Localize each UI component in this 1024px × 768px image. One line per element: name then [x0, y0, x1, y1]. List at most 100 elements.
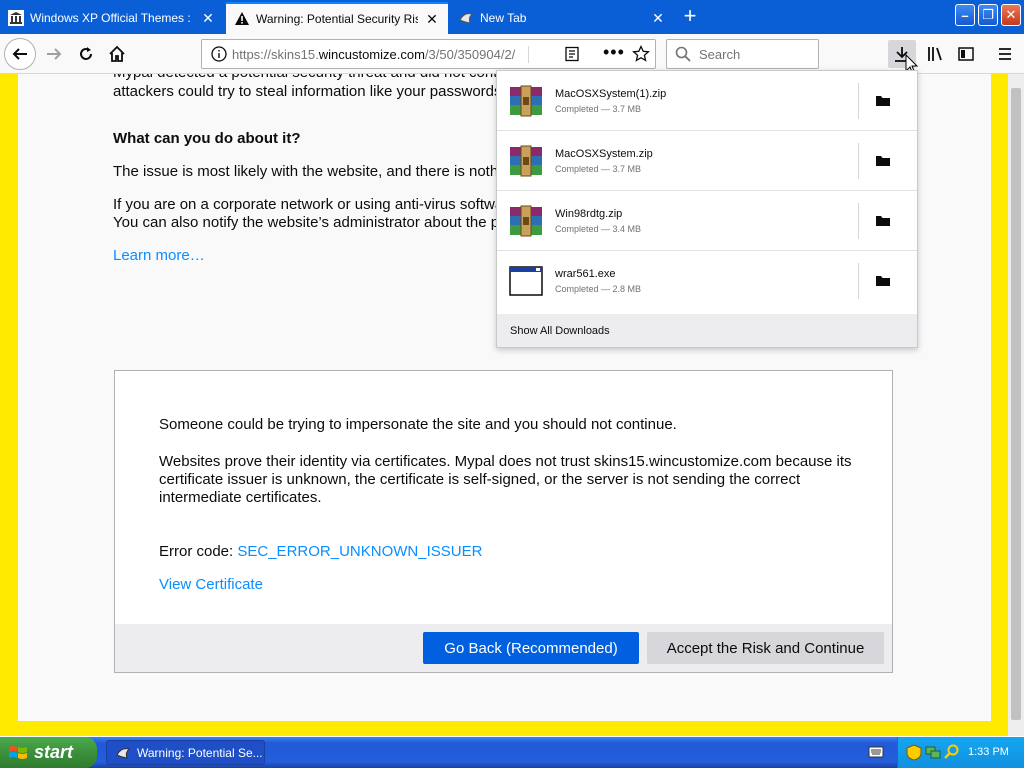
keyboard-language-icon[interactable] [868, 745, 884, 759]
download-status: Completed — 2.8 MB [555, 284, 642, 294]
maximize-window-button[interactable]: ❐ [978, 4, 998, 26]
winrar-archive-icon [510, 205, 542, 237]
close-icon[interactable]: ✕ [200, 10, 216, 26]
corporate-paragraph-1: If you are on a corporate network or usi… [113, 196, 498, 213]
search-placeholder: Search [699, 46, 741, 62]
mypal-app-icon [116, 747, 130, 759]
navigation-toolbar: https://skins15.wincustomize.com/3/50/35… [0, 34, 1024, 75]
download-item[interactable]: Win98rdtg.zip Completed — 3.4 MB [497, 191, 917, 251]
hamburger-menu-icon [999, 48, 1011, 60]
download-filename: MacOSXSystem.zip [555, 148, 653, 160]
scrollbar-thumb[interactable] [1011, 88, 1021, 720]
download-filename: MacOSXSystem(1).zip [555, 88, 667, 100]
vertical-scrollbar[interactable] [1008, 74, 1024, 736]
clock[interactable]: 1:33 PM [968, 746, 1009, 758]
download-divider [858, 83, 859, 119]
page-actions-icon[interactable]: ••• [603, 42, 625, 63]
restore-icon: ❐ [982, 7, 994, 22]
taskbar-item-title: Warning: Potential Se... [137, 745, 263, 760]
download-divider [858, 263, 859, 299]
what-can-you-do-heading: What can you do about it? [113, 130, 301, 147]
security-shield-icon[interactable] [906, 744, 922, 761]
learn-more-link[interactable]: Learn more… [113, 247, 205, 265]
issue-paragraph: The issue is most likely with the websit… [113, 163, 498, 180]
error-code-link[interactable]: SEC_ERROR_UNKNOWN_ISSUER [237, 543, 482, 560]
error-code-row: Error code: SEC_ERROR_UNKNOWN_ISSUER [159, 543, 482, 561]
tab-security-warning[interactable]: Warning: Potential Security Risk A ✕ [226, 2, 448, 34]
system-tray: 1:33 PM [897, 737, 1024, 768]
start-label: start [34, 742, 74, 762]
warning-text-partial-1: Mypal detected a potential security thre… [113, 74, 498, 82]
info-icon[interactable] [211, 46, 227, 65]
close-icon[interactable]: ✕ [650, 10, 666, 26]
tab-strip: Windows XP Official Themes : Micr ✕ Warn… [0, 0, 1024, 34]
library-icon [928, 47, 942, 61]
download-status: Completed — 3.4 MB [555, 224, 642, 234]
advanced-details-panel: Someone could be trying to impersonate t… [114, 370, 893, 673]
bookmark-star-icon[interactable] [632, 44, 650, 66]
open-folder-icon[interactable] [875, 93, 891, 107]
warning-icon [234, 11, 250, 27]
error-code-label: Error code: [159, 543, 234, 560]
view-certificate-link[interactable]: View Certificate [159, 576, 263, 594]
search-icon [675, 46, 691, 62]
windows-logo-icon [9, 745, 27, 759]
arrow-left-icon [12, 48, 27, 60]
reload-icon [80, 47, 92, 60]
arrow-right-icon [47, 48, 62, 60]
minimize-icon: – [961, 7, 969, 23]
url-path: /3/50/350904/2/ [424, 46, 516, 62]
download-item[interactable]: wrar561.exe Completed — 2.8 MB [497, 251, 917, 311]
sidebar-icon [958, 47, 974, 61]
download-status: Completed — 3.7 MB [555, 104, 642, 114]
download-item[interactable]: MacOSXSystem.zip Completed — 3.7 MB [497, 131, 917, 191]
sidebar-button[interactable] [952, 40, 980, 68]
forward-button[interactable] [40, 40, 68, 68]
mypal-favicon-icon [458, 10, 474, 26]
open-folder-icon[interactable] [875, 153, 891, 167]
close-icon: ✕ [1005, 7, 1017, 22]
back-button[interactable] [4, 38, 36, 70]
home-icon [109, 45, 125, 62]
url-bar[interactable]: https://skins15.wincustomize.com/3/50/35… [201, 39, 656, 69]
executable-window-icon [509, 266, 543, 296]
tab-new-tab[interactable]: New Tab ✕ [450, 2, 674, 34]
tab-windows-xp-themes[interactable]: Windows XP Official Themes : Micr ✕ [0, 2, 224, 34]
download-item[interactable]: MacOSXSystem(1).zip Completed — 3.7 MB [497, 71, 917, 131]
reload-button[interactable] [72, 40, 100, 68]
close-window-button[interactable]: ✕ [1001, 4, 1021, 26]
go-back-button[interactable]: Go Back (Recommended) [423, 632, 639, 664]
winrar-archive-icon [510, 145, 542, 177]
network-icon[interactable] [925, 744, 941, 760]
search-magnifier-icon[interactable] [944, 744, 960, 760]
certificate-explanation-line-3: intermediate certificates. [159, 489, 322, 506]
download-divider [858, 143, 859, 179]
url-divider [528, 46, 529, 63]
certificate-explanation-line-1: Websites prove their identity via certif… [159, 453, 852, 470]
corporate-paragraph-2: You can also notify the website’s admini… [113, 214, 498, 231]
tab-title: Warning: Potential Security Risk A [256, 12, 418, 26]
search-bar[interactable]: Search [666, 39, 819, 69]
reader-view-icon[interactable] [564, 46, 580, 65]
new-tab-button[interactable]: + [676, 5, 704, 29]
minimize-window-button[interactable]: – [955, 4, 975, 26]
download-filename: Win98rdtg.zip [555, 208, 623, 220]
taskbar-item-browser[interactable]: Warning: Potential Se... [106, 740, 265, 765]
accept-risk-button[interactable]: Accept the Risk and Continue [647, 632, 884, 664]
show-all-downloads-button[interactable]: Show All Downloads [497, 314, 917, 347]
url-host: wincustomize.com [318, 46, 425, 62]
tab-title: Windows XP Official Themes : Micr [30, 11, 194, 25]
museum-favicon-icon [8, 10, 24, 26]
menu-button[interactable] [991, 40, 1019, 68]
home-button[interactable] [103, 40, 131, 68]
close-icon[interactable]: ✕ [424, 11, 440, 27]
open-folder-icon[interactable] [875, 273, 891, 287]
library-button[interactable] [921, 40, 949, 68]
details-button-bar: Go Back (Recommended) Accept the Risk an… [115, 624, 892, 672]
download-divider [858, 203, 859, 239]
url-prefix: https://skins15. [232, 46, 319, 62]
plus-icon: + [683, 3, 697, 28]
start-button[interactable]: start [0, 737, 97, 768]
download-status: Completed — 3.7 MB [555, 164, 642, 174]
open-folder-icon[interactable] [875, 213, 891, 227]
